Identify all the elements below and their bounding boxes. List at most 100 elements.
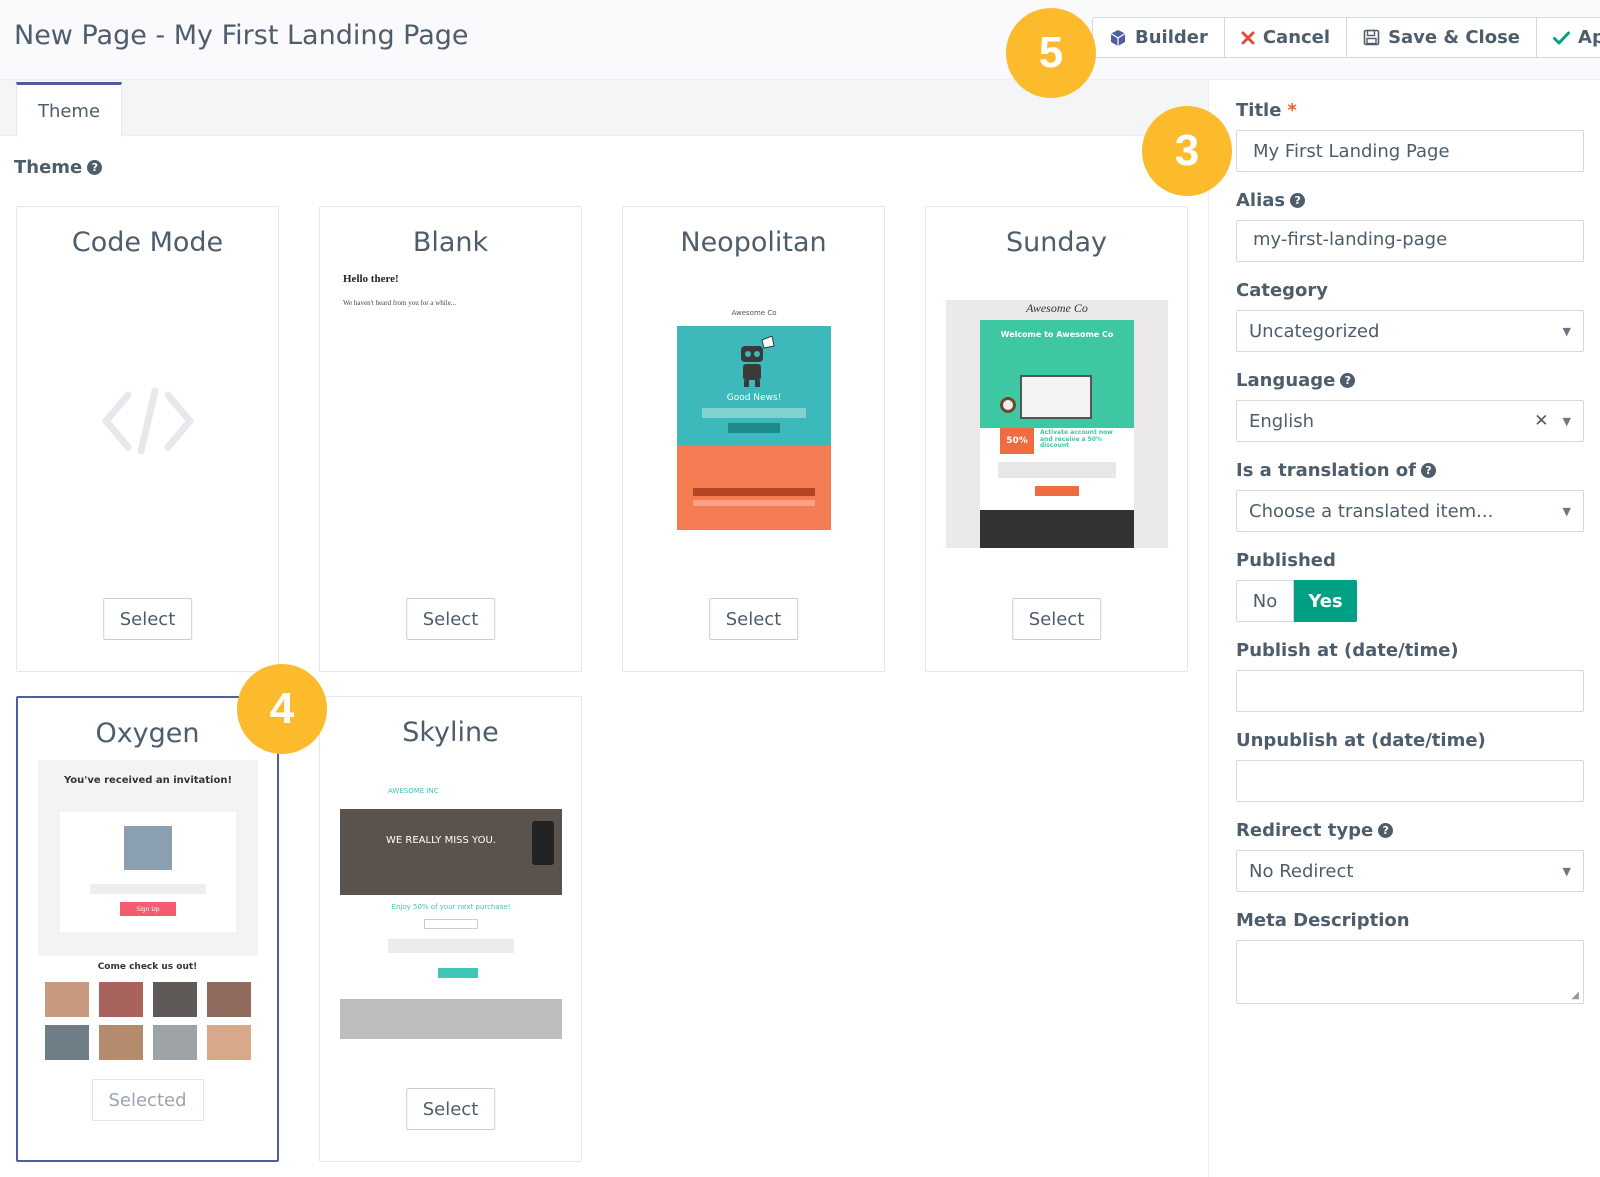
theme-card-neopolitan[interactable]: Neopolitan Awesome Co Good News! Select (622, 206, 885, 672)
floppy-disk-icon (1363, 29, 1380, 46)
sunday-brand: Awesome Co (1026, 301, 1088, 315)
meta-description-textarea[interactable]: ◢ (1236, 940, 1584, 1004)
skyline-text-lines (388, 939, 514, 953)
builder-label: Builder (1135, 27, 1208, 48)
skyline-offer: Enjoy 50% of your next purchase! (391, 903, 511, 911)
sunday-preview: Awesome Co Welcome to Awesome Co 50% Act… (946, 300, 1168, 548)
oxygen-heading: You've received an invitation! (63, 775, 233, 786)
help-icon[interactable]: ? (1340, 373, 1356, 388)
sunday-offer: 50% Activate account now and receive a 5… (980, 428, 1134, 510)
blank-preview: Hello there! We haven't heard from you f… (343, 273, 456, 307)
select-button[interactable]: Select (405, 598, 496, 640)
oxygen-cta: Sign Up (120, 902, 176, 916)
chevron-down-icon: ▼ (1562, 504, 1571, 518)
published-yes-option[interactable]: Yes (1294, 580, 1357, 622)
blank-preview-text: We haven't heard from you for a while... (343, 299, 457, 307)
neopolitan-footer-bar2 (693, 500, 815, 506)
neopolitan-footer (677, 446, 831, 530)
skyline-footer (340, 999, 562, 1039)
page-title: New Page - My First Landing Page (14, 20, 469, 51)
builder-button[interactable]: Builder (1092, 17, 1225, 58)
sunday-text-lines (998, 462, 1116, 478)
sunday-welcome: Welcome to Awesome Co (1000, 330, 1114, 339)
theme-card-blank[interactable]: Blank Hello there! We haven't heard from… (319, 206, 582, 672)
theme-card-title: Code Mode (71, 227, 224, 258)
step-marker-5: 5 (1006, 8, 1096, 98)
skyline-button (438, 968, 478, 978)
close-icon (1241, 31, 1255, 45)
theme-card-title: Sunday (1005, 227, 1108, 258)
language-select[interactable]: English ✕ ▼ (1236, 400, 1584, 442)
theme-card-oxygen[interactable]: Oxygen You've received an invitation! Si… (16, 696, 279, 1162)
neopolitan-text-lines (702, 408, 806, 418)
tab-theme[interactable]: Theme (16, 82, 122, 137)
language-label: Language? (1236, 370, 1356, 391)
category-value: Uncategorized (1249, 320, 1380, 342)
alias-input[interactable]: my-first-landing-page (1236, 220, 1584, 262)
skyline-brand: AWESOME INC (388, 787, 439, 795)
redirect-select[interactable]: No Redirect ▼ (1236, 850, 1584, 892)
select-button[interactable]: Select (102, 598, 193, 640)
select-button[interactable]: Select (405, 1088, 496, 1130)
required-marker: * (1287, 100, 1297, 121)
laptop-illustration (1020, 375, 1092, 419)
robot-icon (741, 336, 775, 387)
translation-select[interactable]: Choose a translated item... ▼ (1236, 490, 1584, 532)
oxygen-preview: You've received an invitation! Sign Up (38, 760, 258, 956)
neopolitan-hero: Good News! (677, 326, 831, 446)
chevron-down-icon: ▼ (1562, 414, 1571, 428)
theme-card-title: Blank (412, 227, 489, 258)
translation-label-text: Is a translation of (1236, 460, 1416, 481)
skyline-hero: WE REALLY MISS YOU. (340, 809, 562, 895)
alias-value: my-first-landing-page (1253, 229, 1448, 250)
help-icon[interactable]: ? (1420, 463, 1436, 478)
oxygen-text-lines (90, 884, 206, 894)
save-close-label: Save & Close (1388, 27, 1521, 48)
translation-label: Is a translation of? (1236, 460, 1436, 481)
category-label: Category (1236, 280, 1329, 301)
oxygen-subheading: Come check us out! (97, 962, 198, 972)
language-value: English (1249, 410, 1314, 432)
selected-button: Selected (91, 1079, 204, 1121)
meta-description-label: Meta Description (1236, 910, 1410, 931)
apply-button[interactable]: Apply (1536, 17, 1600, 58)
skyline-coupon (424, 919, 478, 929)
title-label: Title * (1236, 100, 1297, 121)
published-no-option[interactable]: No (1236, 580, 1294, 622)
category-select[interactable]: Uncategorized ▼ (1236, 310, 1584, 352)
unpublish-at-input[interactable] (1236, 760, 1584, 802)
resize-handle-icon[interactable]: ◢ (1571, 990, 1579, 1001)
title-input[interactable]: My First Landing Page (1236, 130, 1584, 172)
publish-at-input[interactable] (1236, 670, 1584, 712)
theme-section-text: Theme (14, 157, 83, 178)
cancel-button[interactable]: Cancel (1223, 17, 1348, 58)
select-button[interactable]: Select (708, 598, 799, 640)
oxygen-card: Sign Up (60, 812, 236, 932)
save-close-button[interactable]: Save & Close (1346, 17, 1538, 58)
help-icon[interactable]: ? (1378, 823, 1394, 838)
redirect-label-text: Redirect type (1236, 820, 1374, 841)
skyline-hero-text: WE REALLY MISS YOU. (386, 835, 496, 846)
toolbar: Builder Cancel Save & Close Apply (1092, 17, 1600, 58)
step-marker-4: 4 (237, 664, 327, 754)
select-button[interactable]: Select (1011, 598, 1102, 640)
title-label-text: Title (1236, 100, 1282, 121)
chevron-down-icon: ▼ (1562, 864, 1571, 878)
translation-placeholder: Choose a translated item... (1249, 500, 1494, 522)
code-icon (102, 387, 194, 459)
redirect-value: No Redirect (1249, 860, 1354, 882)
published-label: Published (1236, 550, 1336, 571)
oxygen-photo-grid (45, 982, 253, 1060)
help-icon[interactable]: ? (87, 160, 103, 175)
neopolitan-good-news: Good News! (726, 393, 782, 403)
help-icon[interactable]: ? (1290, 193, 1306, 208)
theme-card-sunday[interactable]: Sunday Awesome Co Welcome to Awesome Co … (925, 206, 1188, 672)
theme-card-code-mode[interactable]: Code Mode Select (16, 206, 279, 672)
theme-card-skyline[interactable]: Skyline AWESOME INC WE REALLY MISS YOU. … (319, 696, 582, 1162)
neopolitan-brand: Awesome Co (731, 309, 777, 317)
cancel-label: Cancel (1262, 27, 1331, 48)
clear-icon[interactable]: ✕ (1534, 411, 1548, 431)
theme-card-title: Neopolitan (680, 227, 827, 258)
sunday-button (1035, 486, 1079, 496)
chevron-down-icon: ▼ (1562, 324, 1571, 338)
